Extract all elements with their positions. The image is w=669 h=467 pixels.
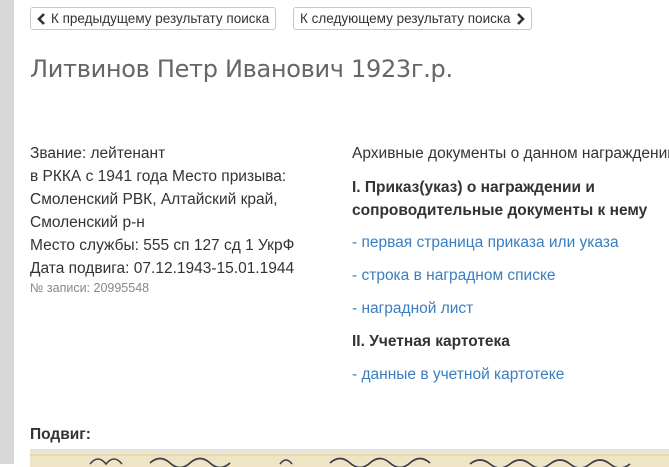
link-award-list-line[interactable]: - строка в наградном списке	[352, 264, 669, 287]
left-gutter	[0, 0, 14, 464]
page-title: Литвинов Петр Иванович 1923г.р.	[30, 55, 453, 83]
archive-documents: Архивные документы о данном награждении …	[352, 142, 669, 386]
section-order-title: I. Приказ(указ) о награждении и сопровод…	[352, 179, 648, 219]
link-card-index-data[interactable]: - данные в учетной картотеке	[352, 363, 669, 386]
next-result-label: К следующему результату поиска	[300, 11, 511, 26]
conscription-line-3: Смоленский р-н	[30, 214, 145, 231]
conscription-line-1: в РККА с 1941 года Место призыва:	[30, 168, 287, 185]
conscription-line-2: Смоленский РВК, Алтайский край,	[30, 191, 278, 208]
archive-header: Архивные документы о данном награждении	[352, 145, 669, 162]
next-result-button[interactable]: К следующему результату поиска	[293, 7, 532, 30]
rank-text: Звание: лейтенант	[30, 145, 166, 162]
feat-date-text: Дата подвига: 07.12.1943-15.01.1944	[30, 260, 295, 277]
record-number: № записи: 20995548	[30, 281, 150, 295]
link-order-first-page[interactable]: - первая страница приказа или указа	[352, 231, 669, 254]
handwriting-scan	[30, 454, 669, 467]
prev-result-button[interactable]: К предыдущему результату поиска	[30, 7, 277, 30]
person-info: Звание: лейтенант в РККА с 1941 года Мес…	[30, 142, 330, 296]
link-award-sheet[interactable]: - наградной лист	[352, 297, 669, 320]
chevron-left-icon	[37, 12, 46, 25]
feat-label: Подвиг:	[30, 426, 91, 443]
section-card-index-title: II. Учетная картотека	[352, 333, 510, 350]
service-place-text: Место службы: 555 сп 127 сд 1 УкрФ	[30, 237, 295, 254]
chevron-right-icon	[516, 12, 525, 25]
feat-document-image	[30, 449, 669, 467]
prev-result-label: К предыдущему результату поиска	[51, 11, 270, 26]
